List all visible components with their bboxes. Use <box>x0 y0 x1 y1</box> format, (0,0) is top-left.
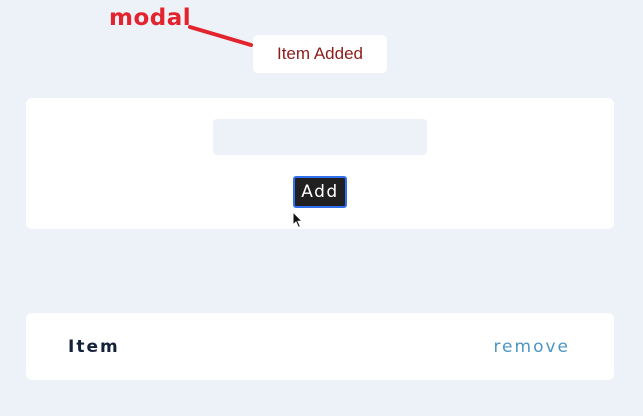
annotation-label: modal <box>109 5 192 31</box>
page: modal Item Added Add Item remove <box>0 0 643 416</box>
toast-message: Item Added <box>276 44 363 63</box>
item-input[interactable] <box>213 119 427 155</box>
mouse-cursor-icon <box>292 211 304 229</box>
remove-link[interactable]: remove <box>493 337 570 357</box>
list-item: Item remove <box>26 313 614 380</box>
add-item-form: Add <box>26 98 614 229</box>
add-button[interactable]: Add <box>293 176 347 208</box>
list-item-label: Item <box>68 337 120 357</box>
toast-notification: Item Added <box>253 35 387 73</box>
